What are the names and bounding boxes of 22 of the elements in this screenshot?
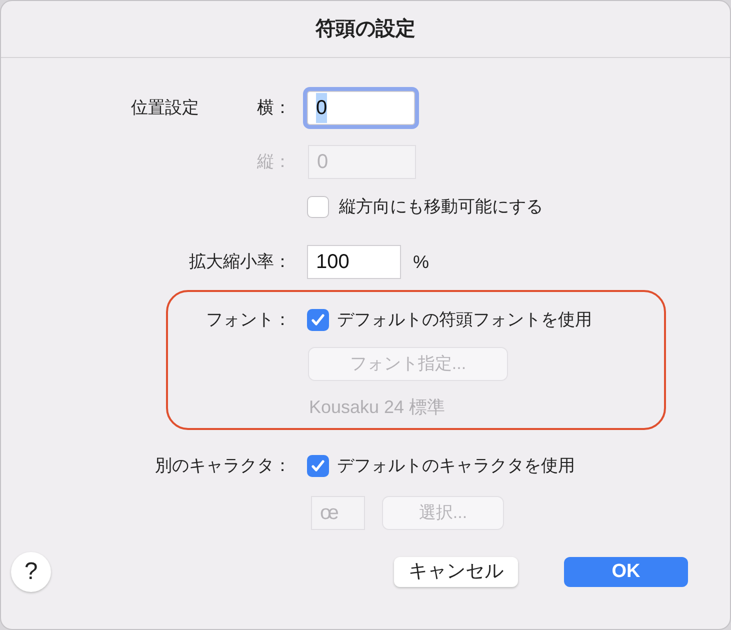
- field-label: 横：: [257, 97, 291, 120]
- help-button[interactable]: ?: [11, 552, 51, 592]
- font-name: Kousaku 24 標準: [309, 396, 446, 418]
- cancel-button[interactable]: キャンセル: [394, 557, 518, 587]
- field-label: フォント：: [206, 309, 291, 332]
- field-label: デフォルトの符頭フォントを使用: [337, 309, 592, 332]
- field-label: 位置設定: [131, 97, 199, 120]
- field-label: 拡大縮小率：: [189, 251, 291, 274]
- checkbox[interactable]: [307, 196, 329, 218]
- field-label: 縦：: [257, 151, 291, 174]
- checkmark-icon: [310, 458, 326, 474]
- checkbox[interactable]: [307, 455, 329, 477]
- checkmark-icon: [310, 312, 326, 328]
- window-title: 符頭の設定: [316, 16, 416, 42]
- unit-label: %: [413, 250, 430, 274]
- field-label: 別のキャラクタ：: [155, 455, 291, 478]
- field-label: 縦方向にも移動可能にする: [339, 196, 543, 218]
- input-field[interactable]: 100: [307, 245, 401, 279]
- field-label: デフォルトのキャラクタを使用: [337, 455, 575, 478]
- checkbox[interactable]: [307, 309, 329, 331]
- ok-button[interactable]: OK: [564, 557, 688, 587]
- input-field[interactable]: œ: [311, 496, 365, 530]
